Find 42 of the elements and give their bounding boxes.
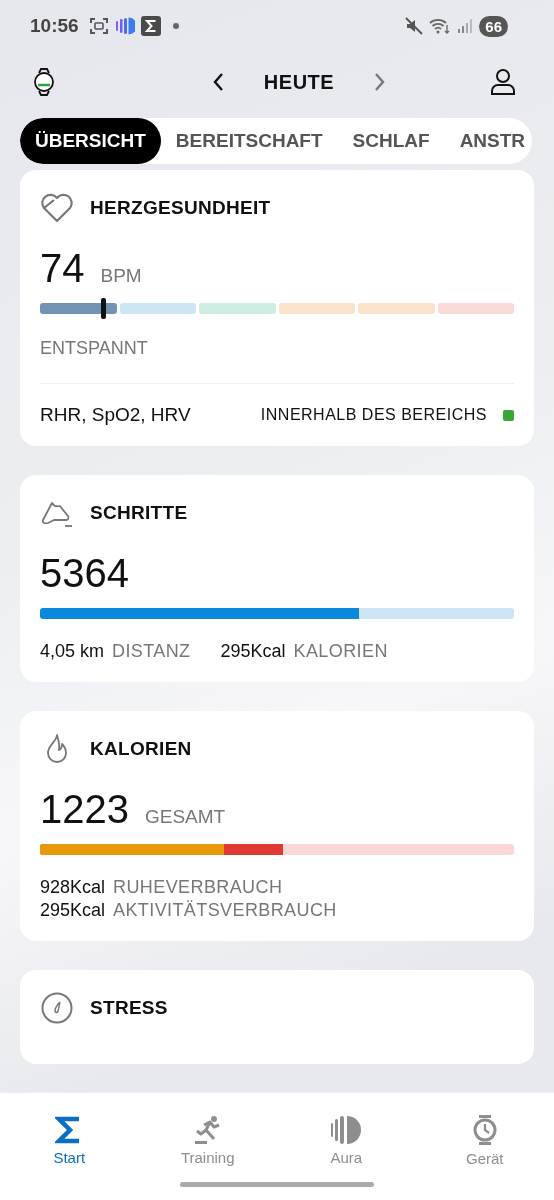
tab[interactable]: ANSTR (444, 118, 532, 164)
previous-icon[interactable] (211, 72, 226, 92)
card-title: HERZGESUNDHEIT (90, 197, 271, 219)
tab[interactable]: BEREITSCHAFT (160, 118, 338, 164)
tab[interactable]: ÜBERSICHT (20, 118, 161, 164)
metrics-label: RHR, SpO2, HRV (40, 404, 191, 426)
calories-value: 1223 (40, 787, 129, 832)
heart-health-card[interactable]: HERZGESUNDHEIT 74 BPM ENTSPANNT RHR, SpO2, HRV INNERHALB DES BEREICHS (20, 170, 534, 446)
heart-rate-value: 74 (40, 246, 85, 291)
card-title: KALORIEN (90, 738, 192, 760)
date-title: HEUTE (263, 70, 335, 94)
heart-icon (40, 193, 74, 223)
next-icon[interactable] (372, 72, 387, 92)
card-title: SCHRITTE (90, 502, 188, 524)
steps-value: 5364 (40, 551, 129, 596)
resting-calories-text: 928Kcal RUHEVERBRAUCH (40, 877, 284, 898)
waves-icon (330, 1115, 363, 1145)
notification-dot-icon (172, 23, 179, 29)
heart-rate-unit: BPM (100, 265, 142, 287)
range-status: INNERHALB DES BEREICHS (260, 406, 487, 424)
tab[interactable]: SCHLAF (337, 118, 445, 164)
card-title: STRESS (90, 997, 168, 1019)
battery-level: 66 (479, 15, 508, 37)
mute-icon (405, 17, 424, 35)
wifi-icon (429, 17, 452, 35)
distance-text: 4,05 km DISTANZ (40, 641, 191, 662)
stress-card[interactable]: STRESS (20, 970, 534, 1064)
active-calories-text: 295Kcal AKTIVITÄTSVERBRAUCH (40, 900, 338, 921)
nav-tab[interactable]: Start (19, 1114, 120, 1167)
profile-icon[interactable] (490, 68, 516, 96)
waves-icon (114, 17, 135, 35)
watch-icon[interactable] (32, 68, 56, 96)
calories-unit: GESAMT (145, 806, 226, 828)
sigma-icon (140, 16, 161, 36)
gauge-icon (40, 991, 74, 1025)
signal-icon (457, 18, 474, 34)
steps-card[interactable]: SCHRITTE 5364 4,05 km DISTANZ 295Kcal KALORIEN (20, 475, 534, 682)
status-time: 10:56 (30, 15, 79, 37)
calories-text: 295Kcal KALORIEN (220, 641, 388, 662)
screenshot-icon (88, 17, 109, 35)
calories-card[interactable]: KALORIEN 1223 GESAMT 928Kcal RUHEVERBRAUCH 295Kcal AKTIVITÄTSVERBRAUCH (20, 711, 534, 941)
heart-state-label: ENTSPANNT (40, 338, 149, 359)
